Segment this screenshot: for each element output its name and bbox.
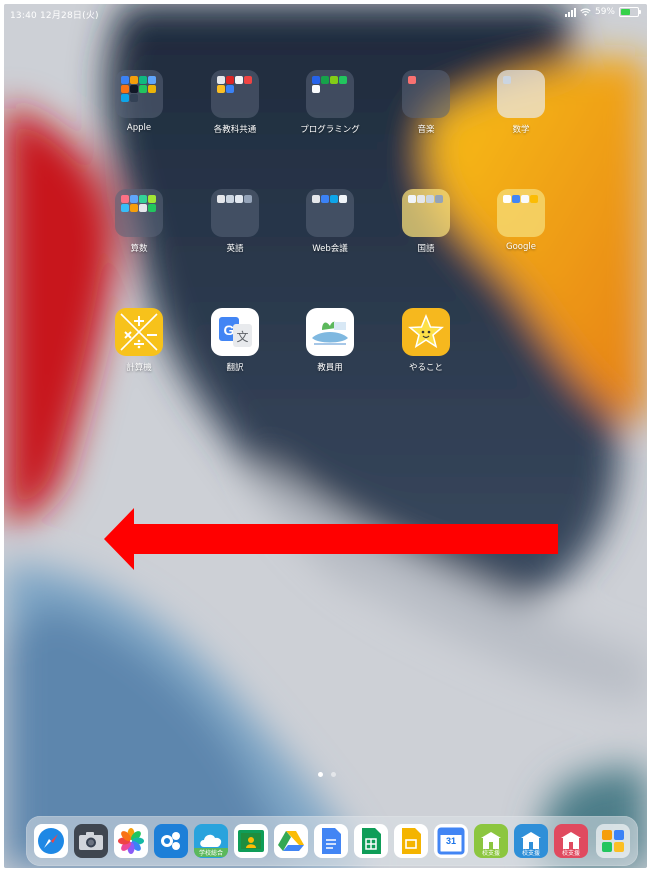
folder-english[interactable]: 英語 — [198, 189, 272, 254]
school-support-label: 校支援 — [561, 850, 580, 857]
battery-icon — [619, 7, 641, 17]
school-cloud-icon[interactable]: 学校総合 — [194, 824, 228, 858]
app-teacher[interactable]: 教員用 — [293, 308, 367, 373]
school-cloud-label: 学校総合 — [194, 848, 228, 857]
app-label: 各教科共通 — [213, 125, 257, 135]
folder-common-subjects[interactable]: 各教科共通 — [198, 70, 272, 135]
app-label: 計算機 — [126, 363, 152, 373]
google-translate-icon: G文 — [211, 308, 259, 356]
app-label: 英語 — [226, 244, 244, 254]
google-docs-icon[interactable] — [314, 824, 348, 858]
folder-icon — [306, 70, 354, 118]
folder-icon — [211, 189, 259, 237]
folder-math[interactable]: 数学 — [484, 70, 558, 135]
school-support-label: 校支援 — [481, 850, 500, 857]
meeting-app-icon[interactable] — [154, 824, 188, 858]
folder-japanese[interactable]: 国語 — [389, 189, 463, 254]
dock: 学校総合 31 校支援 校支援 校支援 — [26, 816, 638, 866]
folder-icon — [115, 70, 163, 118]
camera-icon[interactable] — [74, 824, 108, 858]
google-drive-icon[interactable] — [274, 824, 308, 858]
folder-music[interactable]: 音楽 — [389, 70, 463, 135]
app-label: プログラミング — [300, 125, 360, 135]
page-indicator[interactable] — [318, 772, 336, 777]
folder-icon — [497, 70, 545, 118]
svg-text:G: G — [224, 322, 235, 338]
app-label: Apple — [126, 123, 152, 133]
app-label: 算数 — [130, 244, 148, 254]
app-label: Web会議 — [312, 244, 348, 254]
ipad-screen: 13:40 12月28日(火) 59% Apple 各教科共通 プログラミング — [4, 4, 647, 868]
school-support-green-icon[interactable]: 校支援 — [474, 824, 508, 858]
page-dot-1[interactable] — [318, 772, 323, 777]
calculator-icon — [115, 308, 163, 356]
app-label: やること — [408, 363, 443, 373]
app-calculator[interactable]: 計算機 — [102, 308, 176, 373]
folder-arithmetic[interactable]: 算数 — [102, 189, 176, 254]
swipe-left-arrow — [104, 508, 558, 570]
classroom-icon[interactable] — [234, 824, 268, 858]
folder-icon — [497, 189, 545, 237]
app-translate[interactable]: G文 翻訳 — [198, 308, 272, 373]
folder-icon — [402, 70, 450, 118]
folder-programming[interactable]: プログラミング — [293, 70, 367, 135]
star-face-icon — [402, 308, 450, 356]
app-todo[interactable]: やること — [389, 308, 463, 373]
google-slides-icon[interactable] — [394, 824, 428, 858]
safari-icon[interactable] — [34, 824, 68, 858]
folder-icon — [115, 189, 163, 237]
app-label: 国語 — [417, 244, 435, 254]
wifi-icon — [580, 8, 591, 16]
app-label: 翻訳 — [226, 363, 244, 373]
battery-fill — [621, 9, 630, 15]
page-dot-2[interactable] — [331, 772, 336, 777]
folder-icon — [211, 70, 259, 118]
calendar-date: 31 — [445, 836, 456, 846]
app-label: 数学 — [512, 125, 530, 135]
app-label: 教員用 — [317, 363, 343, 373]
google-sheets-icon[interactable] — [354, 824, 388, 858]
school-support-label: 校支援 — [521, 850, 540, 857]
status-bar: 13:40 12月28日(火) 59% — [4, 4, 647, 22]
teacher-app-icon — [306, 308, 354, 356]
app-label: Google — [506, 242, 536, 252]
folder-icon — [402, 189, 450, 237]
battery-percent: 59% — [594, 7, 615, 17]
school-support-blue-icon[interactable]: 校支援 — [514, 824, 548, 858]
app-label: 音楽 — [417, 125, 435, 135]
folder-apple[interactable]: Apple — [102, 70, 176, 133]
folder-google[interactable]: Google — [484, 189, 558, 252]
cellular-signal-icon — [564, 7, 576, 17]
photos-icon[interactable] — [114, 824, 148, 858]
status-indicators: 59% — [564, 7, 641, 17]
status-time-date: 13:40 12月28日(火) — [10, 11, 99, 21]
folder-web-meeting[interactable]: Web会議 — [293, 189, 367, 254]
google-calendar-icon[interactable]: 31 — [434, 824, 468, 858]
folder-icon — [306, 189, 354, 237]
school-support-red-icon[interactable]: 校支援 — [554, 824, 588, 858]
arrow-shape — [104, 508, 558, 570]
svg-text:文: 文 — [236, 329, 248, 344]
app-library-icon[interactable] — [596, 824, 630, 858]
